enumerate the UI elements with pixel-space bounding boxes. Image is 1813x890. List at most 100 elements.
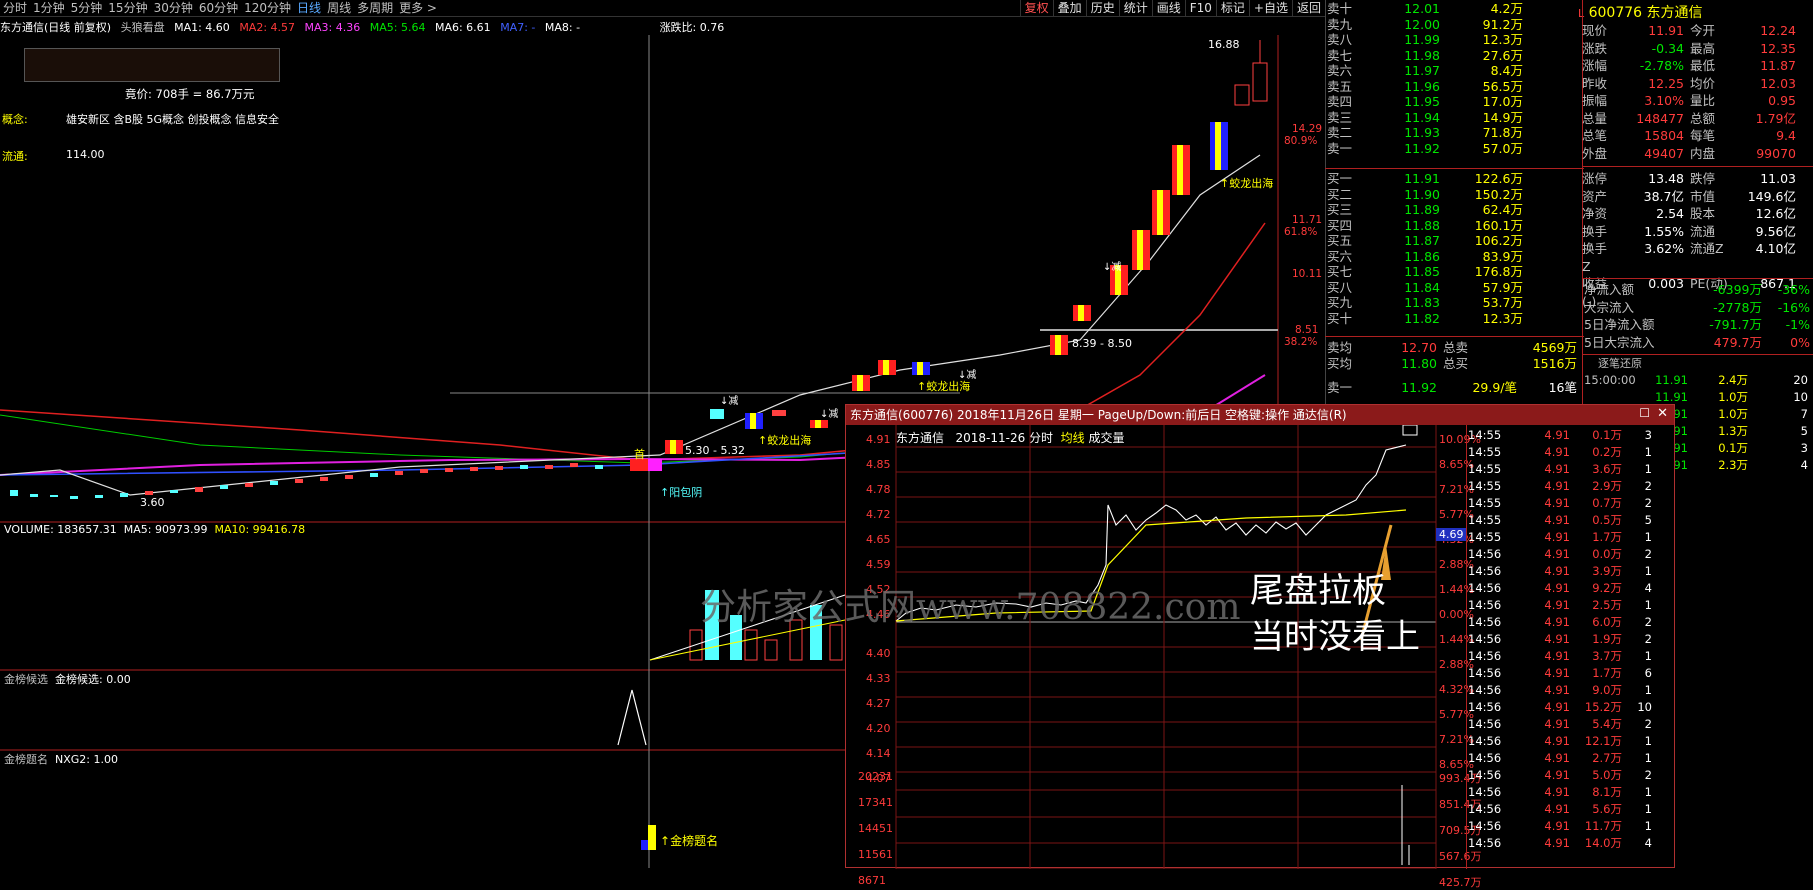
price-tick: 4.14 bbox=[866, 747, 891, 760]
flow-pct: -16% bbox=[1777, 299, 1810, 315]
stat-label: 昨收 bbox=[1582, 75, 1608, 91]
tick-vol: 5.4万 bbox=[1592, 717, 1622, 731]
tick-vol: 3.6万 bbox=[1592, 462, 1622, 476]
tick-count: 3 bbox=[1800, 441, 1808, 455]
row-price: 11.88 bbox=[1404, 217, 1440, 233]
tick-time: 14:55 bbox=[1468, 479, 1502, 493]
current-price-marker: 4.69 bbox=[1436, 528, 1466, 541]
tick-title[interactable]: 逐笔还原 bbox=[1582, 354, 1813, 370]
stat-label: 量比 bbox=[1690, 93, 1716, 108]
buy-row: 买十 11.82 12.3万 bbox=[1327, 311, 1523, 327]
maximize-icon[interactable]: ☐ bbox=[1639, 406, 1650, 420]
popup-tick-row: 14:56 4.91 8.1万 1 bbox=[1468, 784, 1676, 801]
price-tick: 4.33 bbox=[866, 672, 891, 685]
fib-pct-1: 80.9% bbox=[1284, 135, 1318, 147]
price-tick: 4.78 bbox=[866, 483, 891, 496]
row-price: 11.93 bbox=[1404, 125, 1440, 140]
price-tick: 4.27 bbox=[866, 697, 891, 710]
tick-price: 4.91 bbox=[1544, 462, 1570, 476]
fib-price-3: 10.11 bbox=[1292, 268, 1323, 280]
popup-tick-row: 14:55 4.91 3.6万 1 bbox=[1468, 461, 1676, 478]
tick-count: 2 bbox=[1644, 768, 1652, 782]
tick-vol: 3.7万 bbox=[1592, 649, 1622, 663]
vol-tick-right: 425.7万 bbox=[1439, 876, 1482, 889]
indicator-name[interactable]: 头狼看盘 bbox=[121, 21, 165, 34]
popup-tick-row: 14:56 4.91 9.2万 4 bbox=[1468, 580, 1676, 597]
row-label: 卖四 bbox=[1327, 94, 1353, 109]
tool-overlay[interactable]: 叠加 bbox=[1052, 0, 1086, 17]
tab-5min[interactable]: 5分钟 bbox=[68, 0, 106, 17]
tab-weekly[interactable]: 周线 bbox=[324, 0, 354, 17]
tick-vol: 0.7万 bbox=[1592, 496, 1622, 510]
popup-title[interactable]: 东方通信(600776) 2018年11月26日 星期一 PageUp/Down… bbox=[846, 405, 1674, 425]
sell-row: 卖八 11.99 12.3万 bbox=[1327, 32, 1523, 48]
tick-vol: 0.5万 bbox=[1592, 513, 1622, 527]
price-tick: 4.72 bbox=[866, 508, 891, 521]
price-tick: 4.91 bbox=[866, 433, 891, 446]
tool-mark[interactable]: 标记 bbox=[1215, 0, 1249, 17]
tab-multi[interactable]: 多周期 bbox=[354, 0, 396, 17]
tick-vol: 9.0万 bbox=[1592, 683, 1622, 697]
tick-count: 10 bbox=[1637, 700, 1652, 714]
chart-tools: 复权 叠加 历史 统计 画线 F10 标记 +自选 返回 bbox=[1019, 0, 1325, 17]
popup-tick-row: 14:56 4.91 0.0万 2 bbox=[1468, 546, 1676, 563]
stat-row: 资产 38.7亿 市值 149.6亿 bbox=[1582, 188, 1813, 206]
tick-price: 4.91 bbox=[1544, 785, 1570, 799]
fib-price-1: 14.29 bbox=[1292, 123, 1323, 135]
tab-60min[interactable]: 60分钟 bbox=[196, 0, 241, 17]
row-label: 买三 bbox=[1327, 202, 1353, 217]
tab-1min[interactable]: 1分钟 bbox=[30, 0, 68, 17]
tick-vol: 9.2万 bbox=[1592, 581, 1622, 595]
tool-draw[interactable]: 画线 bbox=[1151, 0, 1185, 17]
flow-label: 净流入额 bbox=[1584, 282, 1635, 297]
tab-fenshi[interactable]: 分时 bbox=[0, 0, 30, 17]
stat-value: 12.25 bbox=[1648, 75, 1684, 91]
tab-120min[interactable]: 120分钟 bbox=[241, 0, 294, 17]
tick-count: 1 bbox=[1644, 598, 1652, 612]
stat-label: 振幅 bbox=[1582, 93, 1608, 108]
tab-30min[interactable]: 30分钟 bbox=[151, 0, 196, 17]
row-price: 11.91 bbox=[1404, 171, 1440, 186]
stat-value: 13.48 bbox=[1648, 171, 1684, 186]
tab-daily[interactable]: 日线 bbox=[294, 0, 324, 17]
row-volume: 71.8万 bbox=[1482, 125, 1523, 140]
tool-add-fav[interactable]: +自选 bbox=[1248, 0, 1292, 17]
tick-vol: 2.3万 bbox=[1718, 458, 1748, 472]
tool-f10[interactable]: F10 bbox=[1184, 0, 1216, 17]
vol-tick: 8671 bbox=[858, 874, 886, 887]
tick-vol: 1.0万 bbox=[1718, 390, 1748, 404]
tool-back[interactable]: 返回 bbox=[1291, 0, 1325, 17]
tick-time: 14:56 bbox=[1468, 547, 1502, 561]
range-label-2: 8.39 - 8.50 bbox=[1072, 337, 1132, 350]
stat-label: 净资 bbox=[1582, 206, 1608, 221]
stat-label: 流通 bbox=[1690, 223, 1716, 239]
tick-price: 4.91 bbox=[1544, 649, 1570, 663]
tool-history[interactable]: 历史 bbox=[1085, 0, 1119, 17]
row-price: 12.01 bbox=[1404, 1, 1440, 16]
buy-row: 买八 11.84 57.9万 bbox=[1327, 280, 1523, 296]
price-tick: 4.20 bbox=[866, 722, 891, 735]
tool-fuquan[interactable]: 复权 bbox=[1019, 0, 1053, 17]
row-volume: 150.2万 bbox=[1474, 186, 1523, 202]
popup-tick-row: 14:56 4.91 1.9万 2 bbox=[1468, 631, 1676, 648]
tab-15min[interactable]: 15分钟 bbox=[105, 0, 150, 17]
tick-count: 1 bbox=[1644, 751, 1652, 765]
tick-time: 14:56 bbox=[1468, 598, 1502, 612]
stat-value: 38.7亿 bbox=[1643, 188, 1684, 204]
tick-count: 6 bbox=[1644, 666, 1652, 680]
tick-price: 4.91 bbox=[1544, 496, 1570, 510]
row-volume: 57.0万 bbox=[1482, 140, 1523, 156]
stat-value: 3.10% bbox=[1644, 93, 1684, 108]
flow-row: 大宗流入 -2778万 -16% bbox=[1584, 299, 1813, 317]
stat-value: 99070 bbox=[1756, 145, 1796, 161]
close-icon[interactable]: ✕ bbox=[1657, 406, 1668, 421]
sell-row: 卖六 11.97 8.4万 bbox=[1327, 63, 1523, 79]
tick-price: 4.91 bbox=[1544, 479, 1570, 493]
orderbook-divider bbox=[1325, 168, 1584, 169]
stat-value: 12.35 bbox=[1760, 40, 1796, 56]
fib-price-2: 11.71 bbox=[1292, 214, 1323, 226]
stat-value: 2.54 bbox=[1656, 206, 1684, 221]
stat-row: 总笔 15804 每笔 9.4 bbox=[1582, 127, 1813, 145]
tab-more[interactable]: 更多 > bbox=[396, 0, 440, 17]
tool-stats[interactable]: 统计 bbox=[1118, 0, 1152, 17]
